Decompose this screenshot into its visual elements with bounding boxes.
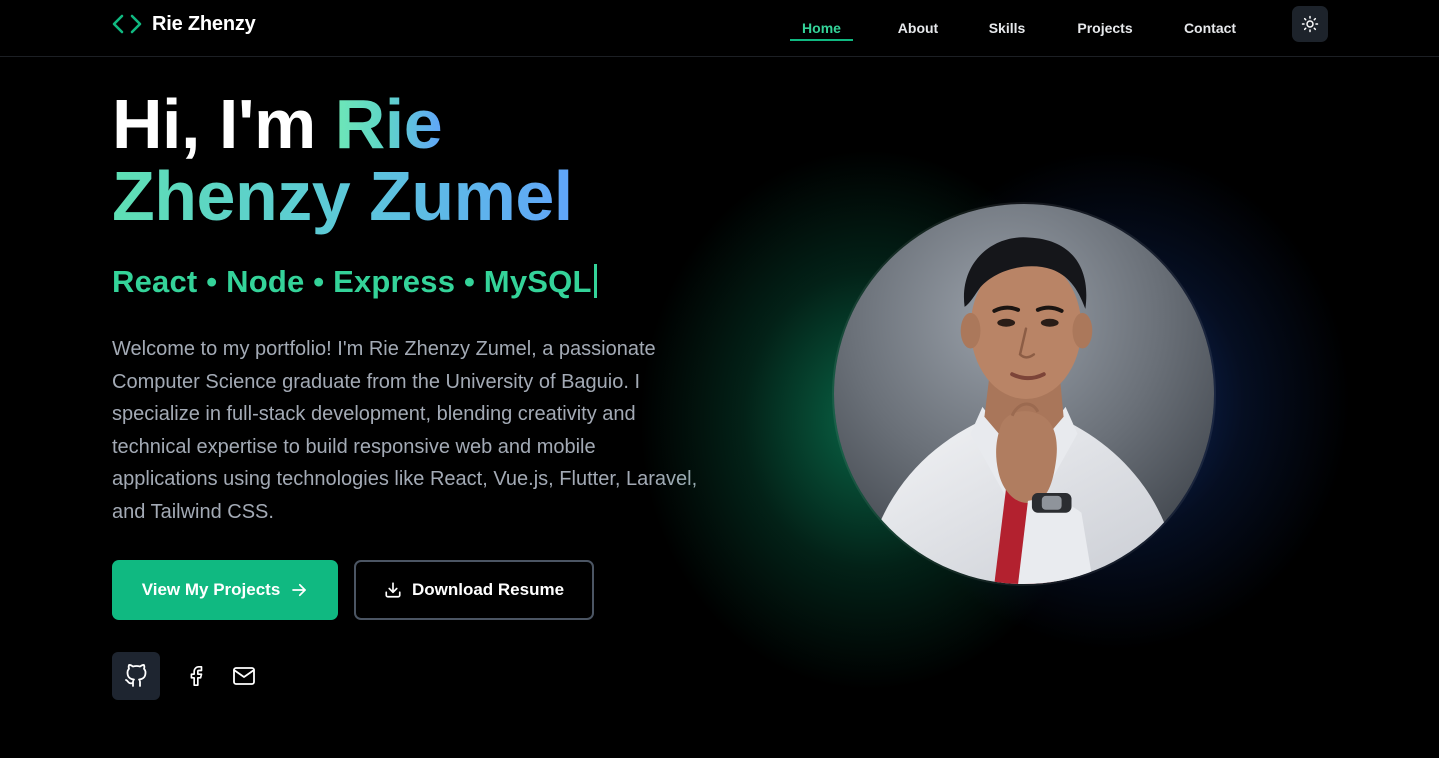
view-projects-button[interactable]: View My Projects: [112, 560, 338, 620]
mail-icon: [233, 667, 255, 685]
profile-photo-illustration: [834, 204, 1214, 584]
nav-skills[interactable]: Skills: [982, 0, 1032, 56]
greeting-text: Hi, I'm: [112, 85, 316, 163]
download-resume-button[interactable]: Download Resume: [354, 560, 594, 620]
sun-icon: [1301, 15, 1319, 33]
nav-home[interactable]: Home: [790, 0, 853, 56]
download-resume-label: Download Resume: [411, 580, 565, 599]
download-icon: [385, 582, 401, 598]
facebook-link[interactable]: [180, 660, 212, 692]
profile-photo: [832, 202, 1216, 586]
nav-projects[interactable]: Projects: [1072, 0, 1138, 56]
theme-toggle-button[interactable]: [1292, 6, 1328, 42]
intro-paragraph: Welcome to my portfolio! I'm Rie Zhenzy …: [112, 338, 698, 523]
email-link[interactable]: [228, 660, 260, 692]
github-link[interactable]: [112, 652, 160, 700]
portfolio-page: Rie Zhenzy Home About Skills Projects Co…: [0, 0, 1439, 758]
name-rest: Zhenzy Zumel: [112, 157, 573, 235]
brand-name: Rie Zhenzy: [152, 12, 256, 35]
navbar: Rie Zhenzy Home About Skills Projects Co…: [0, 0, 1439, 57]
brand-logo[interactable]: Rie Zhenzy: [112, 12, 256, 36]
typing-cursor: [593, 264, 597, 298]
code-brackets-icon: [112, 14, 142, 34]
nav-about[interactable]: About: [888, 0, 948, 56]
hero-title: Hi, I'm Rie Zhenzy Zumel: [112, 88, 732, 232]
title-line-2: Zhenzy Zumel: [112, 160, 732, 232]
arrow-right-icon: [292, 583, 307, 597]
title-line-1: Hi, I'm Rie: [112, 88, 732, 160]
name-first: Rie: [334, 85, 443, 163]
github-icon: [125, 664, 147, 687]
nav-links: Home About Skills Projects Contact: [790, 0, 1243, 56]
view-projects-label: View My Projects: [141, 580, 281, 599]
tech-stack-typewriter: React • Node • Express • MySQL: [112, 264, 597, 300]
facebook-icon: [190, 666, 203, 686]
tech-stack-text: React • Node • Express • MySQL: [112, 264, 592, 299]
nav-contact[interactable]: Contact: [1177, 0, 1243, 56]
